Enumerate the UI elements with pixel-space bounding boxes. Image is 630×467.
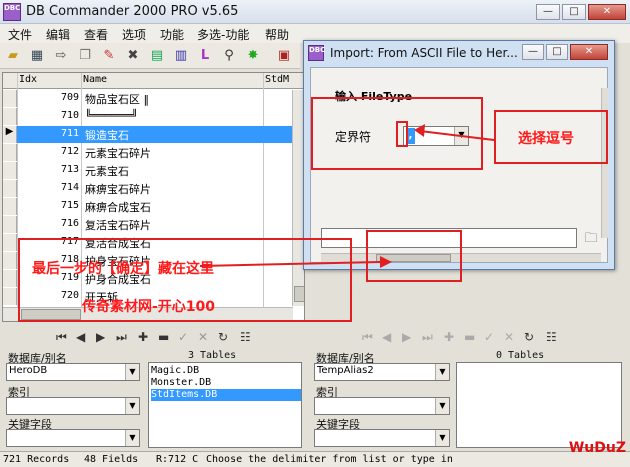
delete-record-icon[interactable]: ▬ <box>464 330 475 344</box>
cancel-record-icon[interactable]: ✕ <box>198 330 208 344</box>
post-record-icon[interactable]: ✓ <box>484 330 494 344</box>
db-alias-value: TempAlias2 <box>317 365 374 376</box>
db-alias-value: HeroDB <box>9 365 48 376</box>
status-bar: 721 Records 48 Fields R:712 C Choose the… <box>0 451 630 467</box>
status-fields: 48 Fields <box>84 454 139 465</box>
list-item[interactable]: Monster.DB <box>151 377 301 389</box>
status-records: 721 Records <box>3 454 70 465</box>
prior-record-icon[interactable]: ◀ <box>382 330 391 344</box>
filter-fields-icon[interactable]: ☷ <box>546 330 557 344</box>
last-record-icon[interactable]: ⏭ <box>422 330 433 345</box>
insert-record-icon[interactable]: ✚ <box>444 330 454 344</box>
left-navigator: ⏮ ◀ ▶ ⏭ ✚ ▬ ✓ ✕ ↻ ☷ <box>56 330 266 348</box>
list-item[interactable]: StdItems.DB <box>151 389 301 401</box>
db-alias-select[interactable]: HeroDB ▼ <box>6 363 140 381</box>
table-list[interactable] <box>456 362 622 448</box>
arrow-to-comma <box>419 130 495 141</box>
chevron-down-icon[interactable]: ▼ <box>125 364 139 380</box>
refresh-icon[interactable]: ↻ <box>524 330 534 344</box>
watermark: WuDuZ <box>568 440 626 456</box>
last-record-icon[interactable]: ⏭ <box>116 330 127 345</box>
first-record-icon[interactable]: ⏮ <box>56 330 67 345</box>
status-hint: Choose the delimiter from list or type i… <box>206 454 453 465</box>
table-list[interactable]: Magic.DB Monster.DB StdItems.DB <box>148 362 302 448</box>
next-record-icon[interactable]: ▶ <box>96 330 105 344</box>
chevron-down-icon[interactable]: ▼ <box>125 430 139 446</box>
index-select[interactable]: ▼ <box>6 397 140 415</box>
delete-record-icon[interactable]: ▬ <box>158 330 169 344</box>
status-position: R:712 C <box>156 454 199 465</box>
filter-fields-icon[interactable]: ☷ <box>240 330 251 344</box>
chevron-down-icon[interactable]: ▼ <box>435 398 449 414</box>
db-alias-select[interactable]: TempAlias2 ▼ <box>314 363 450 381</box>
arrow-to-ok <box>199 261 381 267</box>
table-count: 3 Tables <box>188 350 237 361</box>
prior-record-icon[interactable]: ◀ <box>76 330 85 344</box>
insert-record-icon[interactable]: ✚ <box>138 330 148 344</box>
chevron-down-icon[interactable]: ▼ <box>435 430 449 446</box>
key-field-select[interactable]: ▼ <box>6 429 140 447</box>
table-count: 0 Tables <box>496 350 545 361</box>
refresh-icon[interactable]: ↻ <box>218 330 228 344</box>
arrow-head <box>380 256 392 268</box>
first-record-icon[interactable]: ⏮ <box>362 330 373 345</box>
index-select[interactable]: ▼ <box>314 397 450 415</box>
arrow-head <box>414 124 425 137</box>
post-record-icon[interactable]: ✓ <box>178 330 188 344</box>
left-panel: 数据库/别名 HeroDB ▼ 索引 ▼ 关键字段 ▼ 3 Tables Mag… <box>0 348 306 450</box>
cancel-record-icon[interactable]: ✕ <box>504 330 514 344</box>
next-record-icon[interactable]: ▶ <box>402 330 411 344</box>
key-field-select[interactable]: ▼ <box>314 429 450 447</box>
list-item[interactable]: Magic.DB <box>151 365 301 377</box>
app-window: DBC DB Commander 2000 PRO v5.65 — □ ✕ 文件… <box>0 0 630 467</box>
right-panel: 数据库/别名 TempAlias2 ▼ 索引 ▼ 关键字段 ▼ 0 Tables <box>310 348 628 450</box>
chevron-down-icon[interactable]: ▼ <box>435 364 449 380</box>
chevron-down-icon[interactable]: ▼ <box>125 398 139 414</box>
right-navigator: ⏮ ◀ ▶ ⏭ ✚ ▬ ✓ ✕ ↻ ☷ <box>362 330 572 348</box>
